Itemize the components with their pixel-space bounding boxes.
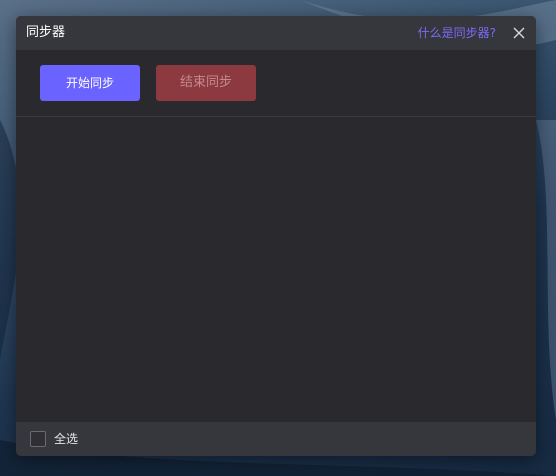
sync-toolbar: 开始同步 结束同步 [16, 50, 536, 116]
synchronizer-dialog: 同步器 什么是同步器? 开始同步 结束同步 全选 [16, 16, 536, 456]
start-sync-button[interactable]: 开始同步 [40, 65, 140, 101]
stop-sync-button[interactable]: 结束同步 [156, 65, 256, 101]
dialog-titlebar: 同步器 什么是同步器? [16, 16, 536, 50]
dialog-title: 同步器 [26, 25, 66, 40]
select-all-checkbox[interactable] [30, 431, 46, 447]
close-button[interactable] [510, 24, 528, 42]
select-all-label[interactable]: 全选 [54, 430, 78, 448]
sync-list-area [16, 117, 536, 423]
dialog-footer: 全选 [16, 422, 536, 456]
close-icon [513, 27, 525, 39]
what-is-synchronizer-link[interactable]: 什么是同步器? [418, 24, 496, 42]
